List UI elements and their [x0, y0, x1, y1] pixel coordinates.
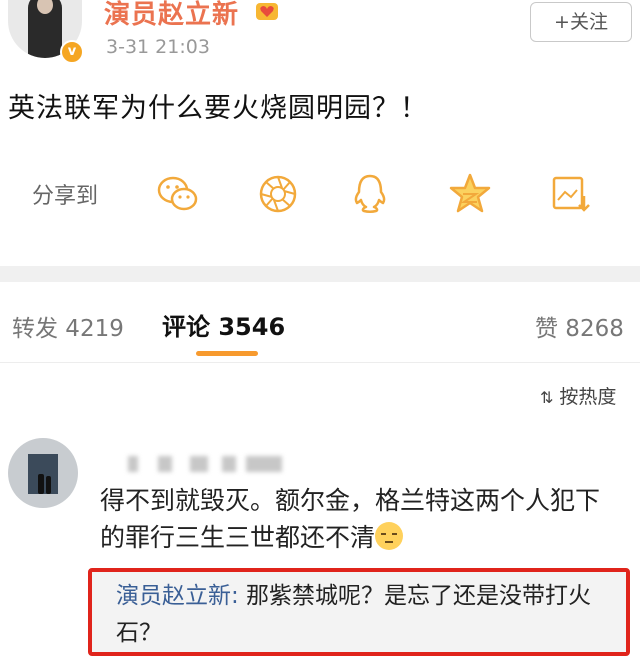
post-time: 3-31 21:03 [106, 36, 210, 58]
post-text: 英法联军为什么要火烧圆明园？！ [8, 93, 428, 124]
qq-icon[interactable] [346, 170, 394, 218]
tabs-divider [0, 362, 640, 363]
sort-button[interactable]: ⇅ 按热度 [540, 382, 616, 409]
commenter-avatar[interactable] [8, 438, 78, 508]
sort-icon: ⇅ [540, 388, 554, 407]
comment-body: 得不到就毁灭。额尔金，格兰特这两个人犯下的罪行三生三世都还不清 [100, 486, 601, 552]
sort-label: 按热度 [559, 386, 617, 408]
section-divider [0, 266, 640, 282]
qzone-icon[interactable] [446, 170, 494, 218]
share-label: 分享到 [32, 184, 99, 209]
username[interactable]: 演员赵立新 [104, 0, 239, 31]
active-tab-indicator [196, 351, 258, 356]
commenter-name-blurred[interactable] [128, 452, 288, 474]
avatar-figure [38, 474, 44, 494]
comment-text: 得不到就毁灭。额尔金，格兰特这两个人犯下的罪行三生三世都还不清 [100, 482, 620, 556]
moments-icon[interactable] [254, 170, 302, 218]
avatar-figure [46, 476, 51, 494]
tab-like[interactable]: 赞 8268 [535, 309, 624, 343]
reply-text[interactable]: 演员赵立新: 那紫禁城呢？是忘了还是没带打火石？ [116, 578, 624, 652]
wechat-icon[interactable] [154, 170, 202, 218]
pensive-face-icon [375, 522, 404, 550]
tab-repost[interactable]: 转发 4219 [12, 309, 124, 343]
verified-badge-icon: v [60, 40, 84, 64]
reply-author[interactable]: 演员赵立新: [116, 583, 239, 609]
vip-heart-icon [256, 3, 278, 20]
follow-button[interactable]: +关注 [530, 2, 632, 42]
save-image-icon[interactable] [546, 170, 594, 218]
tab-comment[interactable]: 评论 3546 [162, 307, 285, 342]
